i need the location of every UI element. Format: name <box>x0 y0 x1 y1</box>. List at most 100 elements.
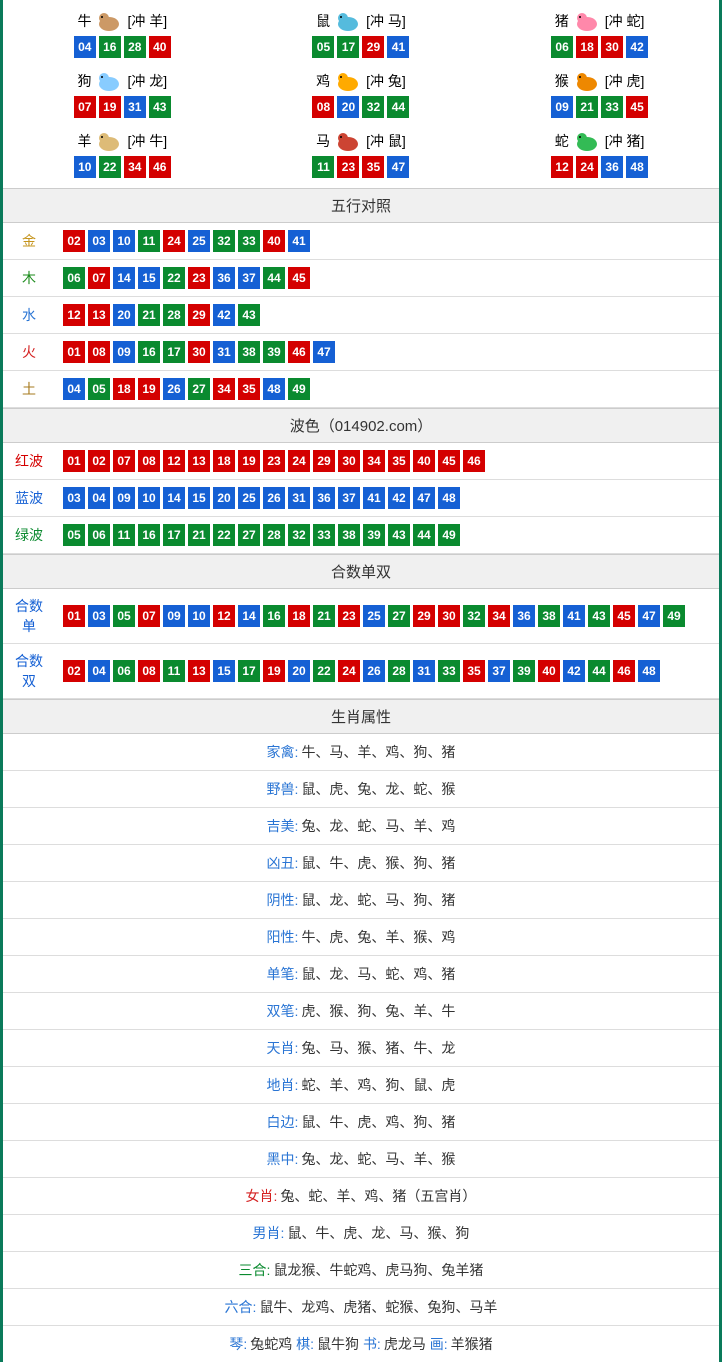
number-ball: 32 <box>288 524 310 546</box>
table-row: 红波0102070812131819232429303435404546 <box>3 443 719 480</box>
number-ball: 07 <box>88 267 110 289</box>
number-ball: 27 <box>238 524 260 546</box>
number-ball: 24 <box>338 660 360 682</box>
number-ball: 42 <box>626 36 648 58</box>
number-ball: 38 <box>338 524 360 546</box>
number-ball: 10 <box>74 156 96 178</box>
number-ball: 05 <box>312 36 334 58</box>
number-ball: 28 <box>124 36 146 58</box>
number-ball: 44 <box>263 267 285 289</box>
zodiac-cell: 猪[冲 蛇]06183042 <box>480 4 719 64</box>
row-numbers: 05061116172122272832333839434449 <box>55 517 719 554</box>
number-ball: 31 <box>213 341 235 363</box>
number-ball: 16 <box>138 341 160 363</box>
zodiac-name: 牛 <box>77 11 91 31</box>
number-ball: 48 <box>626 156 648 178</box>
number-ball: 12 <box>163 450 185 472</box>
number-ball: 36 <box>313 487 335 509</box>
row-numbers: 06071415222336374445 <box>55 260 719 297</box>
row-label: 金 <box>3 223 55 260</box>
number-ball: 09 <box>163 605 185 627</box>
row-label: 绿波 <box>3 517 55 554</box>
attr-key: 棋: <box>296 1336 314 1352</box>
number-ball: 35 <box>238 378 260 400</box>
zodiac-name: 猪 <box>555 11 569 31</box>
row-numbers: 1213202128294243 <box>55 297 719 334</box>
number-ball: 23 <box>188 267 210 289</box>
attr-value: 鼠、牛、虎、龙、马、猴、狗 <box>287 1225 469 1241</box>
number-ball: 30 <box>601 36 623 58</box>
number-ball: 07 <box>138 605 160 627</box>
table-row: 蓝波03040910141520252631363741424748 <box>3 480 719 517</box>
row-numbers: 0204060811131517192022242628313335373940… <box>55 644 719 699</box>
row-numbers: 0102070812131819232429303435404546 <box>55 443 719 480</box>
number-ball: 07 <box>74 96 96 118</box>
number-ball: 20 <box>288 660 310 682</box>
number-ball: 43 <box>149 96 171 118</box>
number-ball: 17 <box>163 524 185 546</box>
attr-row: 白边:鼠、牛、虎、鸡、狗、猪 <box>3 1104 719 1141</box>
zodiac-name: 鸡 <box>316 71 330 91</box>
attr-row: 吉美:兔、龙、蛇、马、羊、鸡 <box>3 808 719 845</box>
number-ball: 44 <box>413 524 435 546</box>
number-ball: 41 <box>387 36 409 58</box>
number-ball: 04 <box>88 487 110 509</box>
attr-key: 双笔: <box>267 1003 299 1019</box>
number-ball: 22 <box>163 267 185 289</box>
number-ball: 22 <box>313 660 335 682</box>
number-ball: 49 <box>288 378 310 400</box>
section-header-heshu: 合数单双 <box>3 554 719 589</box>
number-ball: 39 <box>263 341 285 363</box>
number-ball: 25 <box>188 230 210 252</box>
attr-row: 双笔:虎、猴、狗、兔、羊、牛 <box>3 993 719 1030</box>
number-ball: 44 <box>588 660 610 682</box>
number-ball: 31 <box>413 660 435 682</box>
attr-key: 天肖: <box>267 1040 299 1056</box>
number-ball: 41 <box>363 487 385 509</box>
attr-row: 阴性:鼠、龙、蛇、马、狗、猪 <box>3 882 719 919</box>
number-ball: 34 <box>213 378 235 400</box>
attr-key: 琴: <box>229 1336 247 1352</box>
number-ball: 03 <box>88 230 110 252</box>
zodiac-clash: [冲 兔] <box>366 71 406 91</box>
attr-key: 阳性: <box>267 929 299 945</box>
number-ball: 48 <box>638 660 660 682</box>
number-ball: 17 <box>337 36 359 58</box>
number-ball: 17 <box>163 341 185 363</box>
number-ball: 47 <box>313 341 335 363</box>
row-label: 水 <box>3 297 55 334</box>
number-ball: 35 <box>388 450 410 472</box>
attr-value: 鼠、龙、马、蛇、鸡、猪 <box>301 966 455 982</box>
number-ball: 05 <box>113 605 135 627</box>
number-ball: 37 <box>338 487 360 509</box>
attr-key: 画: <box>430 1336 448 1352</box>
number-ball: 34 <box>124 156 146 178</box>
attr-value: 鼠牛、龙鸡、虎猪、蛇猴、兔狗、马羊 <box>259 1299 497 1315</box>
bottom-row: 琴:兔蛇鸡 棋:鼠牛狗 书:虎龙马 画:羊猴猪 <box>3 1326 719 1362</box>
number-ball: 15 <box>213 660 235 682</box>
row-label: 土 <box>3 371 55 408</box>
zodiac-cell: 马[冲 鼠]11233547 <box>242 124 481 184</box>
row-numbers: 03040910141520252631363741424748 <box>55 480 719 517</box>
attr-value: 羊猴猪 <box>451 1336 493 1352</box>
number-ball: 05 <box>88 378 110 400</box>
number-ball: 11 <box>312 156 334 178</box>
attr-value: 鼠、牛、虎、猴、狗、猪 <box>301 855 455 871</box>
number-ball: 47 <box>387 156 409 178</box>
bose-table: 红波0102070812131819232429303435404546蓝波03… <box>3 443 719 554</box>
table-row: 火0108091617303138394647 <box>3 334 719 371</box>
number-ball: 19 <box>263 660 285 682</box>
row-label: 火 <box>3 334 55 371</box>
number-ball: 34 <box>488 605 510 627</box>
number-ball: 21 <box>576 96 598 118</box>
number-ball: 44 <box>387 96 409 118</box>
zodiac-clash: [冲 鼠] <box>366 131 406 151</box>
heshu-table: 合数单0103050709101214161821232527293032343… <box>3 589 719 699</box>
number-ball: 07 <box>113 450 135 472</box>
number-ball: 24 <box>163 230 185 252</box>
attr-value: 兔蛇鸡 <box>250 1336 292 1352</box>
table-row: 金02031011242532334041 <box>3 223 719 260</box>
number-ball: 18 <box>576 36 598 58</box>
zodiac-clash: [冲 虎] <box>605 71 645 91</box>
number-ball: 01 <box>63 341 85 363</box>
